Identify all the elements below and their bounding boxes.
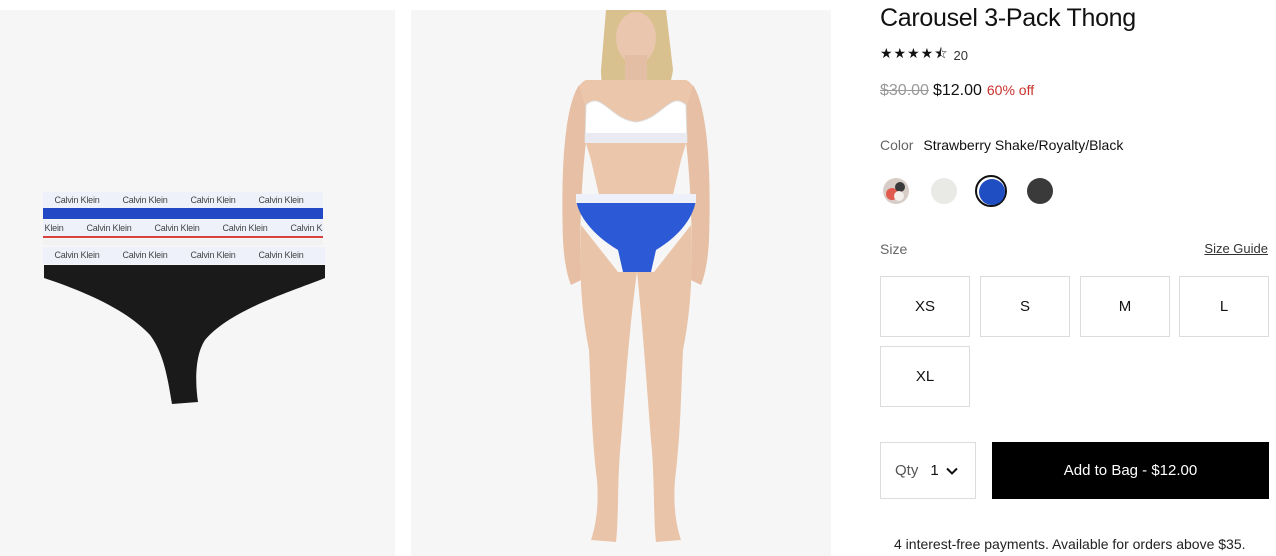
size-option-m[interactable]: M <box>1080 276 1170 337</box>
model-illustration <box>562 10 710 542</box>
price-row: $30.00 $12.00 60% off <box>880 82 1034 100</box>
swatch-fill <box>931 178 957 204</box>
size-option-xs[interactable]: XS <box>880 276 970 337</box>
sale-price: $12.00 <box>932 82 982 99</box>
waistband-logo: Calvin Klein <box>43 223 64 233</box>
product-title: Carousel 3-Pack Thong <box>880 4 1136 32</box>
color-swatch-strawberry[interactable] <box>880 175 912 207</box>
waistband-logo: Calvin Klein <box>258 195 304 205</box>
selected-color-name: Strawberry Shake/Royalty/Black <box>923 137 1124 153</box>
product-image-model[interactable] <box>411 10 831 556</box>
installments-text: 4 interest-free payments. Available for … <box>894 536 1246 552</box>
swatch-pattern <box>886 182 905 201</box>
color-swatch-black[interactable] <box>1024 175 1056 207</box>
waistband-logo: Calvin Klein <box>258 250 304 260</box>
waistband-white: Calvin Klein Calvin Klein Calvin Klein Calv… <box>43 220 323 236</box>
rating[interactable]: ★★★★⯪ 20 <box>880 43 968 67</box>
swatch-fill <box>979 179 1005 205</box>
waistband-logo: Calvin Klein <box>154 223 200 233</box>
original-price: $30.00 <box>880 82 929 99</box>
color-label: Color <box>880 137 914 153</box>
color-swatch-royalty[interactable] <box>975 175 1007 207</box>
waistband-logo: Calvin Klein <box>122 195 168 205</box>
waistband-logo: Calvin Klein <box>222 223 268 233</box>
waistband-logo: Calvin Klein <box>122 250 168 260</box>
waistband-logo: Calvin Klein <box>54 250 100 260</box>
size-option-xl[interactable]: XL <box>880 346 970 407</box>
waistband-blue: Calvin Klein Calvin Klein Calvin Klein Calv… <box>43 192 323 208</box>
rating-count[interactable]: 20 <box>953 48 967 63</box>
chevron-down-icon <box>945 467 958 475</box>
add-to-bag-button[interactable]: Add to Bag - $12.00 <box>992 442 1269 499</box>
discount-label: 60% off <box>986 82 1035 98</box>
swatch-fill <box>883 178 909 204</box>
waistband-logo: Calvin Klein <box>190 250 236 260</box>
waistband-logo: Calvin Klein <box>190 195 236 205</box>
waistband-logo: Calvin Klein <box>54 195 100 205</box>
qty-value: 1 <box>930 462 939 479</box>
size-guide-link[interactable]: Size Guide <box>1204 241 1268 256</box>
waistband-logo: Calvin Klein <box>86 223 132 233</box>
thong-pack-illustration <box>43 192 325 404</box>
qty-label: Qty <box>895 462 919 479</box>
size-option-l[interactable]: L <box>1179 276 1269 337</box>
waistband-logo: Calvin Klein <box>290 223 323 233</box>
color-swatch-white[interactable] <box>928 175 960 207</box>
quantity-select[interactable]: Qty 1 <box>880 442 976 499</box>
size-label: Size <box>880 241 908 257</box>
swatch-fill <box>1027 178 1053 204</box>
size-option-s[interactable]: S <box>980 276 1070 337</box>
rating-stars: ★★★★⯪ <box>880 45 949 61</box>
product-image-flat[interactable]: Calvin Klein Calvin Klein Calvin Klein Calv… <box>0 10 395 556</box>
waistband-black: Calvin Klein Calvin Klein Calvin Klein Calv… <box>43 247 325 263</box>
color-row: Color Strawberry Shake/Royalty/Black <box>880 137 1123 153</box>
